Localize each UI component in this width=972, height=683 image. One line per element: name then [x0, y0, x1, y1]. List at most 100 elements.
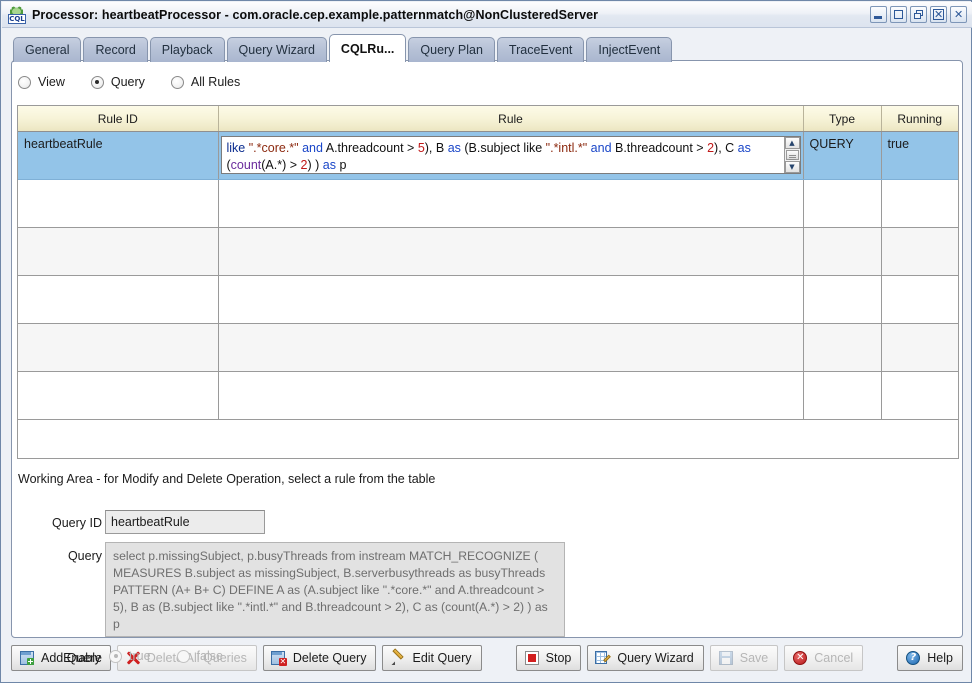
column-header-running[interactable]: Running — [881, 106, 958, 132]
cell-rule-id: heartbeatRule — [18, 131, 219, 180]
query-wizard-button[interactable]: Query Wizard — [587, 645, 704, 671]
maximize-button[interactable] — [890, 6, 907, 23]
query-id-input[interactable]: heartbeatRule — [105, 510, 265, 534]
table-row[interactable] — [18, 227, 958, 276]
radio-all-rules[interactable]: All Rules — [170, 75, 241, 89]
column-header-rule-id[interactable]: Rule ID — [18, 106, 219, 132]
radio-enable-true: true — [109, 649, 151, 663]
rules-table[interactable]: Rule ID Rule Type Running heartbeatRule … — [17, 105, 959, 459]
radio-query-dot — [90, 75, 104, 89]
table-row[interactable] — [18, 275, 958, 324]
window-title: Processor: heartbeatProcessor - com.orac… — [32, 7, 599, 22]
cell-rule-id — [18, 275, 219, 324]
cell-type — [803, 179, 882, 228]
query-id-label: Query ID — [51, 516, 102, 530]
tab-cql-rules[interactable]: CQLRu... — [328, 34, 407, 62]
wizard-icon — [595, 650, 612, 666]
help-label: Help — [927, 651, 953, 665]
radio-enable-true-dot — [109, 649, 122, 663]
radio-all-rules-label: All Rules — [190, 75, 241, 89]
tab-playback[interactable]: Playback — [149, 37, 225, 62]
cell-rule — [218, 371, 804, 420]
edit-query-button[interactable]: Edit Query — [382, 645, 482, 671]
table-row[interactable]: heartbeatRule like ".*core.*" and A.thre… — [18, 131, 958, 180]
radio-enable-true-label: true — [129, 649, 151, 663]
tab-strip: General Record Playback Query Wizard CQL… — [13, 34, 674, 62]
cell-running: true — [881, 131, 958, 180]
column-header-rule[interactable]: Rule — [218, 106, 804, 132]
cql-gear-icon: CQL — [8, 6, 26, 24]
cell-rule-id — [18, 323, 219, 372]
stop-button[interactable]: Stop — [515, 645, 582, 671]
cell-rule — [218, 227, 804, 276]
close-all-button[interactable]: ✕ — [930, 6, 947, 23]
cell-type: QUERY — [803, 131, 882, 180]
cancel-icon: ✕ — [792, 650, 808, 666]
radio-query-label: Query — [110, 75, 145, 89]
radio-enable-false-dot — [176, 649, 190, 663]
rule-scrollbar[interactable]: ▲ ▼ — [783, 137, 800, 173]
scroll-up-arrow[interactable]: ▲ — [784, 137, 800, 149]
pencil-icon — [390, 648, 406, 666]
tab-query-wizard[interactable]: Query Wizard — [226, 37, 327, 62]
scroll-down-arrow[interactable]: ▼ — [784, 161, 800, 173]
processor-window: CQL Processor: heartbeatProcessor - com.… — [0, 0, 972, 683]
working-area-note: Working Area - for Modify and Delete Ope… — [18, 472, 436, 486]
help-button[interactable]: ? Help — [897, 645, 963, 671]
tab-record[interactable]: Record — [83, 37, 148, 62]
tab-inject-event[interactable]: InjectEvent — [586, 37, 673, 62]
cell-type — [803, 227, 882, 276]
edit-query-label: Edit Query — [412, 651, 472, 665]
table-row[interactable] — [18, 371, 958, 420]
cell-rule — [218, 179, 804, 228]
save-icon — [718, 650, 734, 666]
cell-running — [881, 179, 958, 228]
column-header-type[interactable]: Type — [803, 106, 882, 132]
stop-icon — [524, 650, 540, 666]
cell-running — [881, 275, 958, 324]
cell-type — [803, 275, 882, 324]
cell-rule-id — [18, 371, 219, 420]
window-controls: ✕ ✕ — [870, 6, 967, 23]
rule-text-editor[interactable]: like ".*core.*" and A.threadcount > 5), … — [220, 136, 801, 174]
cell-rule — [218, 275, 804, 324]
cell-rule — [218, 323, 804, 372]
save-button[interactable]: Save — [709, 645, 779, 671]
radio-view-dot — [18, 75, 31, 89]
cell-running — [881, 227, 958, 276]
tab-query-plan[interactable]: Query Plan — [408, 37, 495, 62]
rule-text: like ".*core.*" and A.threadcount > 5), … — [226, 141, 751, 172]
tab-trace-event[interactable]: TraceEvent — [496, 37, 585, 62]
app-icon-label: CQL — [8, 13, 26, 24]
tab-general[interactable]: General — [13, 37, 82, 62]
table-row[interactable] — [18, 323, 958, 372]
enable-radio-group: true false — [109, 649, 223, 663]
radio-enable-false: false — [176, 649, 223, 663]
minimize-button[interactable] — [870, 6, 887, 23]
rule-filter-radio-group: View Query All Rules — [18, 75, 240, 89]
close-button[interactable]: ✕ — [950, 6, 967, 23]
cell-rule-id — [18, 227, 219, 276]
cell-rule-id — [18, 179, 219, 228]
query-wizard-label: Query Wizard — [617, 651, 694, 665]
radio-view[interactable]: View — [18, 75, 65, 89]
radio-all-rules-dot — [170, 75, 184, 89]
scroll-thumb[interactable] — [785, 150, 799, 160]
help-icon: ? — [905, 650, 921, 666]
delete-query-button[interactable]: ✕ Delete Query — [262, 645, 377, 671]
table-header-row: Rule ID Rule Type Running — [18, 106, 958, 132]
radio-view-label: View — [38, 75, 65, 89]
cancel-label: Cancel — [814, 651, 854, 665]
cell-rule[interactable]: like ".*core.*" and A.threadcount > 5), … — [218, 131, 804, 180]
table-row[interactable] — [18, 179, 958, 228]
query-textarea[interactable]: select p.missingSubject, p.busyThreads f… — [105, 542, 565, 637]
cell-type — [803, 371, 882, 420]
query-label: Query — [67, 549, 102, 563]
restore-button[interactable] — [910, 6, 927, 23]
cancel-button[interactable]: ✕ Cancel — [784, 645, 864, 671]
stop-label: Stop — [545, 651, 572, 665]
cell-type — [803, 323, 882, 372]
radio-query[interactable]: Query — [90, 75, 145, 89]
title-bar: CQL Processor: heartbeatProcessor - com.… — [2, 2, 972, 28]
cell-running — [881, 371, 958, 420]
